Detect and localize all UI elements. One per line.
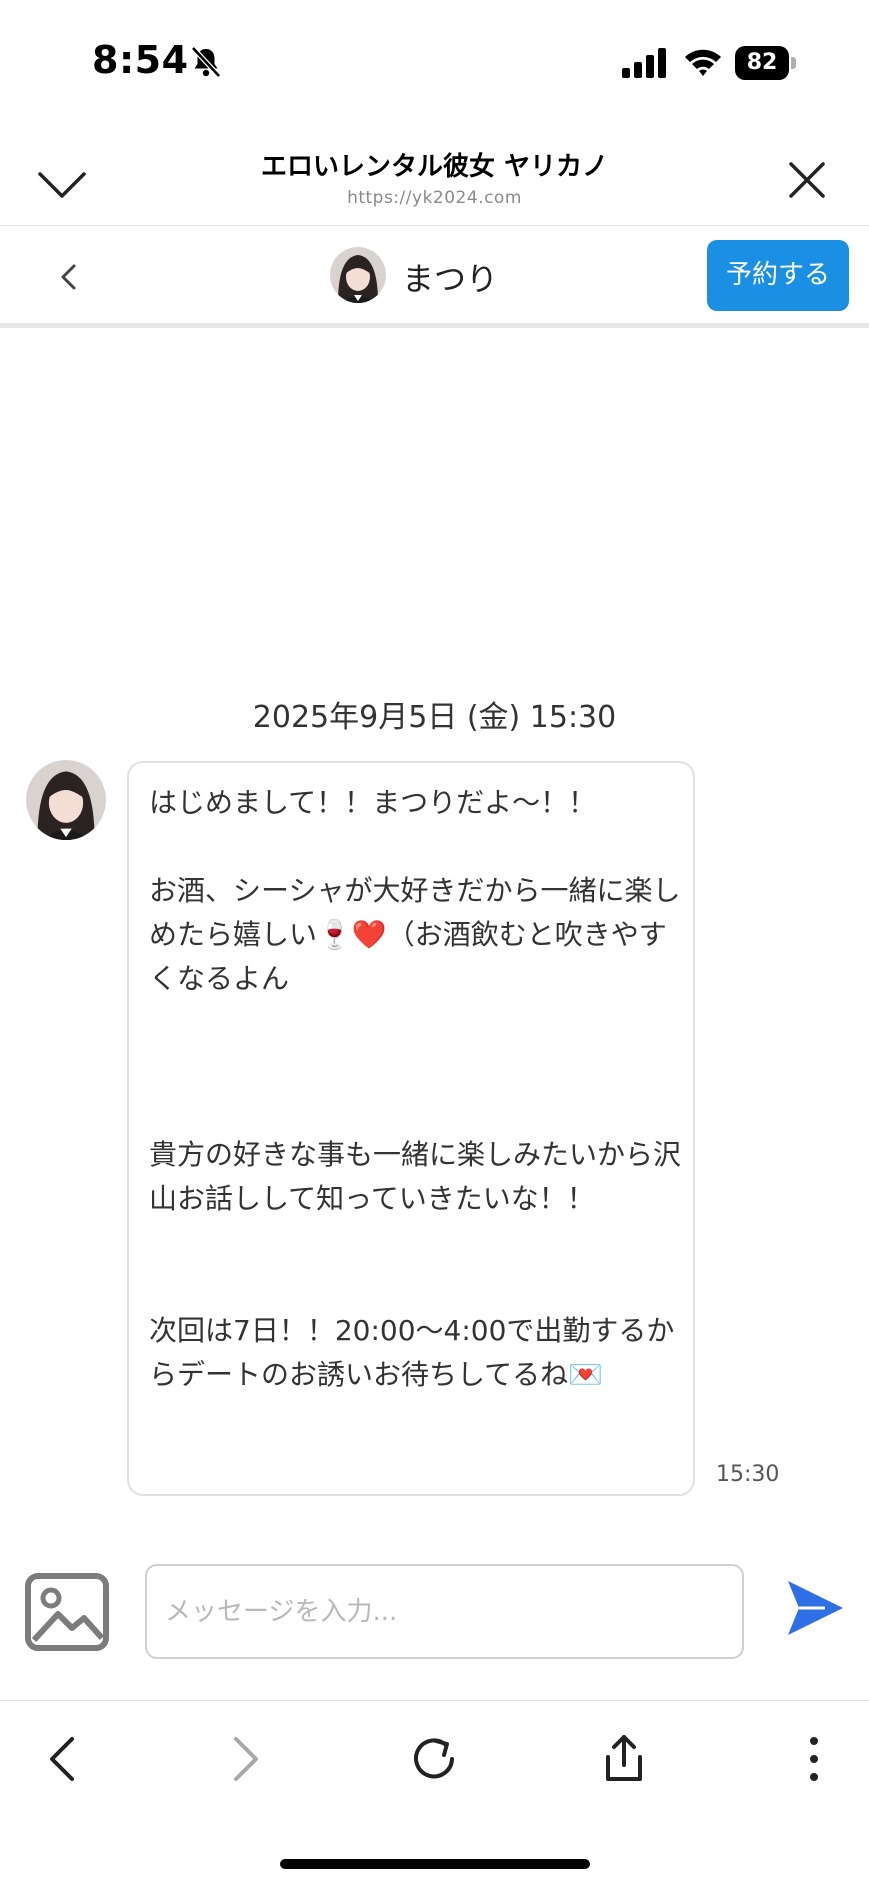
browser-header: エロいレンタル彼女 ヤリカノ https://yk2024.com <box>0 118 869 226</box>
image-icon[interactable] <box>24 1572 110 1652</box>
message-text: はじめまして！！まつりだよ〜！！ お酒、シーシャが大好きだから一緒に楽しめたら嬉… <box>149 786 682 1391</box>
contact-name: まつり <box>402 260 499 298</box>
browser-toolbar <box>0 1700 869 1885</box>
battery-icon: 82 <box>735 46 797 80</box>
signal-icon <box>622 48 666 78</box>
forward-arrow-icon[interactable] <box>216 1731 272 1787</box>
wifi-icon <box>685 49 721 76</box>
send-icon[interactable] <box>785 1578 845 1638</box>
message-input[interactable] <box>145 1564 744 1659</box>
more-vertical-icon[interactable] <box>786 1731 842 1787</box>
sender-avatar[interactable] <box>26 760 106 840</box>
chat-header: まつり 予約する <box>0 226 869 328</box>
reload-icon[interactable] <box>406 1731 462 1787</box>
date-stamp: 2025年9月5日 (金) 15:30 <box>252 700 617 735</box>
share-icon[interactable] <box>596 1731 652 1787</box>
chevron-left-icon[interactable] <box>52 260 86 294</box>
close-icon[interactable] <box>785 158 829 202</box>
back-arrow-icon[interactable] <box>36 1731 92 1787</box>
message-time: 15:30 <box>716 1462 780 1487</box>
status-time: 8:54 <box>92 38 189 82</box>
home-indicator[interactable] <box>280 1859 590 1869</box>
site-url[interactable]: https://yk2024.com <box>0 188 869 208</box>
site-title: エロいレンタル彼女 ヤリカノ <box>260 152 609 182</box>
contact-avatar[interactable] <box>330 247 386 303</box>
battery-level: 82 <box>746 50 778 75</box>
reserve-button[interactable]: 予約する <box>707 240 849 311</box>
bell-off-icon <box>191 46 221 78</box>
message-bubble: はじめまして！！まつりだよ〜！！ お酒、シーシャが大好きだから一緒に楽しめたら嬉… <box>127 761 695 1496</box>
